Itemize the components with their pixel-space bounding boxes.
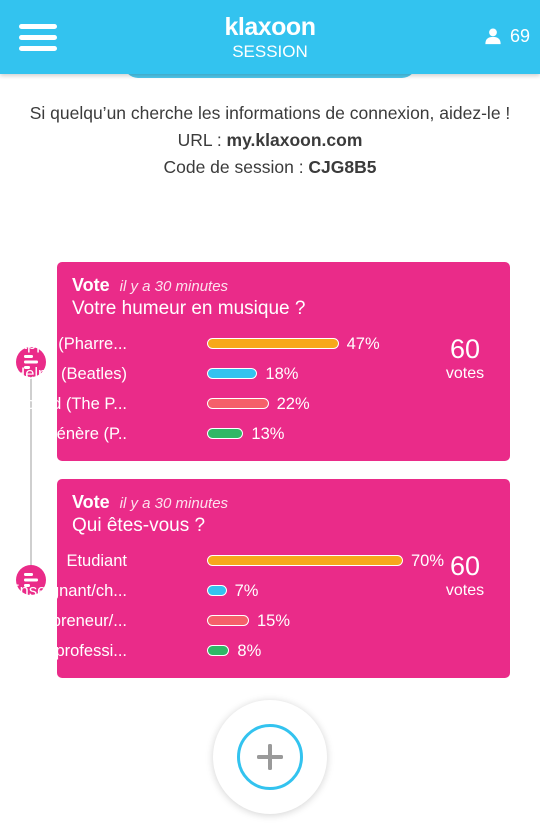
option-label: Help ! (Beatles) <box>13 365 127 383</box>
votes-count: 60 <box>449 334 481 364</box>
connection-info: Si quelqu’un cherche les informations de… <box>20 100 520 181</box>
option-label: Entrepreneur/... <box>12 612 127 630</box>
option-percent: 47% <box>346 335 380 353</box>
participant-count: 69 <box>509 25 530 46</box>
result-row: Autre professi... 8% <box>11 640 437 662</box>
result-bar <box>207 368 258 379</box>
result-bar <box>207 398 269 409</box>
question-title: Votre humeur en musique ? <box>72 298 306 319</box>
participant-counter[interactable]: 69 <box>484 26 530 46</box>
option-percent: 15% <box>257 612 291 630</box>
option-label: Etudiant <box>66 552 127 570</box>
app-header: klaxoon SESSION 69 <box>0 0 540 74</box>
votes-count: 60 <box>449 551 481 581</box>
url-label: URL : <box>177 130 227 150</box>
option-percent: 8% <box>237 642 262 660</box>
result-row: Ça m'vénère (P.. 13% <box>6 423 437 445</box>
session-code-label: Code de session : <box>163 157 309 177</box>
result-bar <box>207 428 244 439</box>
votes-total: 60 votes <box>435 551 495 601</box>
option-label: Enseignant/ch... <box>8 582 127 600</box>
result-bar <box>207 555 403 566</box>
result-bar <box>207 645 230 656</box>
option-label: Happy (Pharre... <box>5 335 127 353</box>
url-value: my.klaxoon.com <box>226 130 363 150</box>
votes-label: votes <box>445 582 485 599</box>
add-ring <box>237 724 303 790</box>
option-percent: 18% <box>265 365 299 383</box>
card-header: Vote il y a 30 minutes <box>72 492 228 513</box>
result-row: Help ! (Beatles) 18% <box>13 363 437 385</box>
vote-card[interactable]: Vote il y a 30 minutes Qui êtes-vous ? E… <box>9 479 510 678</box>
votes-label: votes <box>445 365 485 382</box>
option-label: Autre professi... <box>11 642 127 660</box>
activity-time: il y a 30 minutes <box>119 495 229 512</box>
option-percent: 7% <box>234 582 259 600</box>
vote-card[interactable]: Vote il y a 30 minutes Votre humeur en m… <box>6 262 510 461</box>
question-title: Qui êtes-vous ? <box>72 515 206 536</box>
user-icon <box>485 28 501 45</box>
result-bar <box>207 615 249 626</box>
result-row: Enseignant/ch... 7% <box>9 580 437 602</box>
plus-icon <box>257 744 283 770</box>
result-bar <box>207 585 227 596</box>
result-row: Excited (The P... 22% <box>7 393 437 415</box>
url-line: URL : my.klaxoon.com <box>20 127 520 154</box>
activity-type: Vote <box>72 492 110 512</box>
option-percent: 13% <box>251 425 285 443</box>
option-label: Ça m'vénère (P.. <box>5 425 127 443</box>
add-activity-button[interactable] <box>213 700 327 814</box>
option-label: Excited (The P... <box>7 395 127 413</box>
help-text: Si quelqu’un cherche les informations de… <box>29 103 511 123</box>
card-header: Vote il y a 30 minutes <box>72 275 228 296</box>
session-label: SESSION <box>232 42 308 61</box>
option-percent: 22% <box>276 395 310 413</box>
app-logo: klaxoon <box>224 13 316 41</box>
activity-type: Vote <box>72 275 110 295</box>
votes-total: 60 votes <box>435 334 495 384</box>
session-code-line: Code de session : CJG8B5 <box>20 154 520 181</box>
session-code-value: CJG8B5 <box>308 157 377 177</box>
result-bar <box>207 338 339 349</box>
result-row: Etudiant 70% <box>57 550 444 572</box>
result-row: Happy (Pharre... 47% <box>6 333 437 355</box>
activity-time: il y a 30 minutes <box>119 278 229 295</box>
result-row: Entrepreneur/... 15% <box>12 610 437 632</box>
session-screen: klaxoon SESSION 69 Si quelqu’un cherche … <box>0 0 540 826</box>
